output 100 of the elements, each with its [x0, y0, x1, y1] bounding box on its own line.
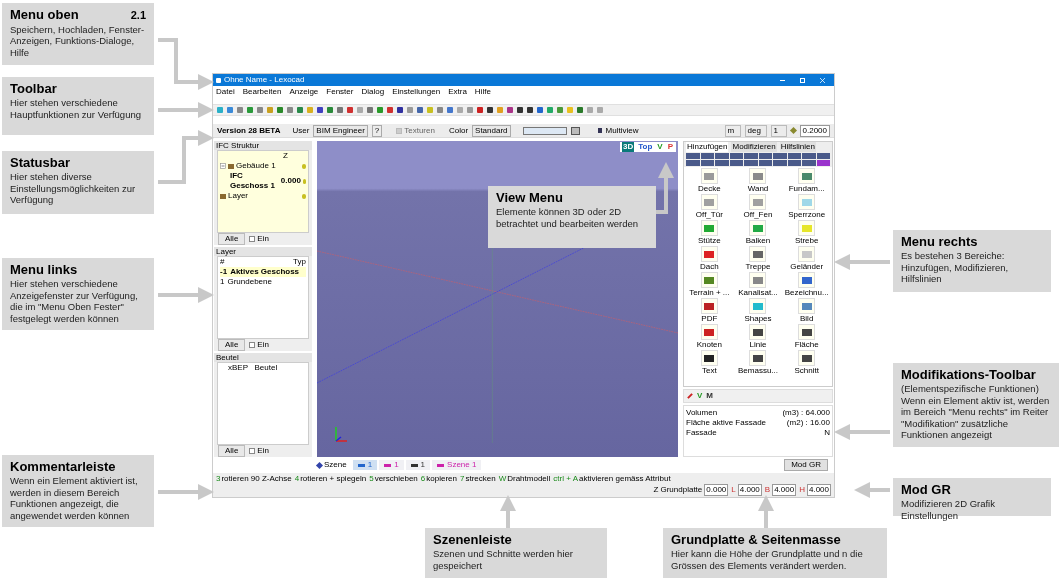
view-button[interactable]: 3D [622, 142, 635, 152]
tool-button[interactable]: M [706, 391, 713, 401]
element-tile[interactable] [798, 168, 816, 184]
input-field[interactable]: 4.000 [772, 484, 797, 496]
menu-item[interactable]: Bearbeiten [242, 87, 282, 97]
tool-icon[interactable] [787, 153, 801, 159]
callout-text: Es bestehen 3 Bereiche: Hinzufügen, Modifizieren, Hilfslinien [901, 250, 1010, 285]
tool-icon[interactable] [700, 160, 714, 166]
checkbox[interactable] [249, 236, 256, 242]
element-label: Text [702, 366, 717, 376]
view-button[interactable]: P [666, 142, 674, 152]
tab[interactable]: Hilfslinien [779, 142, 816, 152]
tool-icon[interactable] [700, 153, 714, 159]
element-label: Sperrzone [788, 210, 826, 220]
menu-item[interactable]: Hilfe [474, 87, 491, 97]
element-tile[interactable] [749, 220, 767, 236]
unit-select[interactable]: m [724, 124, 741, 137]
snap-field[interactable]: 0.2000 [799, 124, 830, 137]
element-tile[interactable] [798, 298, 816, 314]
all-button[interactable]: Alle [218, 233, 246, 245]
scene-tab[interactable]: 1 [379, 460, 404, 470]
checkbox[interactable] [249, 342, 256, 348]
user-select[interactable]: BIM Engineer [313, 124, 368, 137]
element-tile[interactable] [798, 246, 816, 262]
layer-name: Aktives Geschoss [230, 267, 300, 277]
tool-icon[interactable] [729, 160, 743, 166]
input-field[interactable]: 4.000 [737, 484, 762, 496]
split-icon[interactable] [570, 126, 580, 135]
element-tile[interactable] [749, 272, 767, 288]
element-label: Fundam... [788, 184, 825, 194]
element-tile[interactable] [749, 246, 767, 262]
tab[interactable]: Hinzufügen [686, 142, 729, 152]
tree-item[interactable]: IFC Geschoss 1 [230, 171, 277, 191]
element-tile[interactable] [700, 194, 718, 210]
layout-icon[interactable] [522, 126, 567, 135]
maximize-icon[interactable] [800, 77, 805, 83]
element-tile[interactable] [798, 350, 816, 366]
tab[interactable]: Modifizieren [731, 142, 777, 152]
shortcut-hint: strecken [465, 474, 496, 484]
element-tile[interactable] [700, 246, 718, 262]
scene-tab[interactable]: Szene 1 [432, 460, 482, 470]
element-label: PDF [701, 314, 718, 324]
angle-select[interactable]: deg [744, 124, 767, 137]
checkbox[interactable] [249, 448, 256, 454]
element-tile[interactable] [700, 272, 718, 288]
input-field[interactable]: 4.000 [806, 484, 831, 496]
tree-item[interactable]: Layer [228, 191, 248, 201]
scene-tab[interactable]: 1 [405, 460, 431, 470]
tool-icon[interactable] [758, 160, 772, 166]
menu-item[interactable]: Dialog [361, 87, 385, 97]
bulb-icon [302, 163, 306, 169]
element-tile[interactable] [700, 350, 718, 366]
element-tile[interactable] [798, 272, 816, 288]
view-button[interactable]: Top [637, 142, 654, 152]
element-tile[interactable] [798, 220, 816, 236]
element-tile[interactable] [749, 350, 767, 366]
shortcut-hint: kopieren [426, 474, 457, 484]
minimize-icon[interactable] [780, 79, 785, 81]
element-tile[interactable] [700, 324, 718, 340]
element-tile[interactable] [700, 298, 718, 314]
element-tile[interactable] [798, 324, 816, 340]
menu-item[interactable]: Fenster [326, 87, 354, 97]
menu-item[interactable]: Anzeige [289, 87, 319, 97]
info-value: (m3) : 64.000 [782, 408, 830, 418]
mod-gr-button[interactable]: Mod GR [784, 459, 828, 471]
element-label: Shapes [744, 314, 772, 324]
tree-item[interactable]: Gebäude 1 [236, 161, 276, 171]
tool-icon[interactable] [816, 160, 830, 166]
close-icon[interactable] [820, 77, 825, 83]
element-tile[interactable] [749, 298, 767, 314]
menu-item[interactable]: Einstellungen [392, 87, 441, 97]
element-label: Off_Tür [695, 210, 723, 220]
element-tile[interactable] [700, 168, 718, 184]
tool-icon[interactable] [729, 153, 743, 159]
shortcut-hint: rotieren 90 Z-Achse [221, 474, 292, 484]
scene-tab[interactable]: 1 [352, 460, 378, 470]
pencil-icon[interactable] [687, 393, 693, 399]
view-button[interactable]: V [656, 142, 664, 152]
tool-icon[interactable] [758, 153, 772, 159]
menu-item[interactable]: Extra [448, 87, 467, 97]
decimals-select[interactable]: 1 [770, 124, 787, 137]
element-tile[interactable] [700, 220, 718, 236]
input-field[interactable]: 0.000 [704, 484, 729, 496]
all-button[interactable]: Alle [218, 445, 246, 457]
list-item[interactable]: xBEP Beutel [228, 363, 298, 373]
tool-icon[interactable] [816, 153, 830, 159]
element-tile[interactable] [749, 324, 767, 340]
element-tile[interactable] [749, 168, 767, 184]
all-button[interactable]: Alle [218, 339, 246, 351]
layer-row[interactable]: 1 Grundebene [220, 277, 306, 287]
tool-icon[interactable] [787, 160, 801, 166]
element-tile[interactable] [798, 194, 816, 210]
help-button[interactable]: ? [371, 124, 383, 137]
menu-item[interactable]: Datei [216, 87, 235, 97]
element-tile[interactable] [749, 194, 767, 210]
color-select[interactable]: Standard [472, 124, 511, 137]
callout-title: Kommentarleiste [10, 459, 116, 475]
layer-row[interactable]: -1 Aktives Geschoss [220, 267, 306, 277]
shortcut-key: ctrl + A [553, 474, 579, 484]
collapse-icon[interactable] [220, 163, 226, 169]
